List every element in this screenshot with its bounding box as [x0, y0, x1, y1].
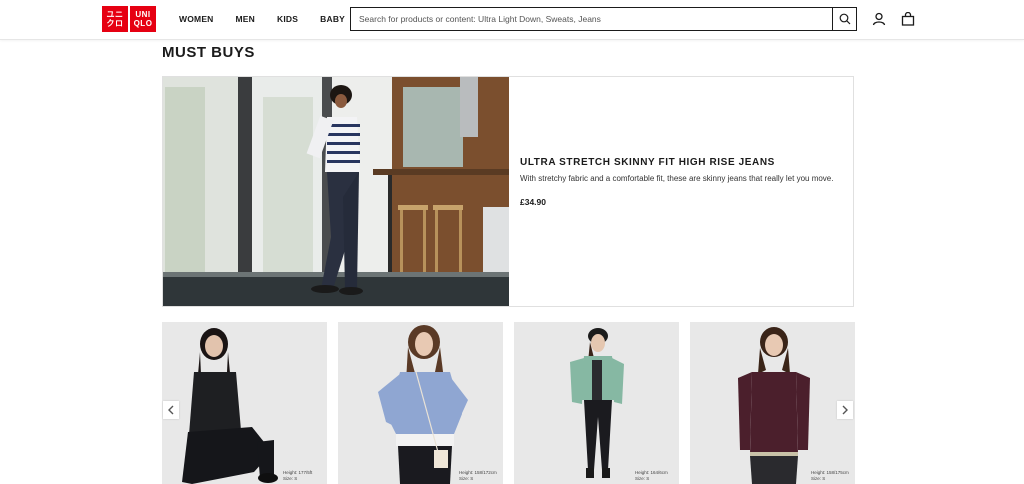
nav-baby[interactable]: BABY [320, 14, 345, 24]
search-button[interactable] [832, 8, 856, 30]
hero-product-name[interactable]: ULTRA STRETCH SKINNY FIT HIGH RISE JEANS [520, 157, 840, 168]
product-card[interactable]: Height: 164/6cm Size: S [514, 322, 679, 484]
product-image [162, 322, 327, 484]
logo-text: ユニ [106, 10, 124, 19]
search-input[interactable] [351, 8, 832, 30]
account-button[interactable] [871, 11, 887, 27]
hero-product[interactable]: ULTRA STRETCH SKINNY FIT HIGH RISE JEANS… [162, 76, 854, 307]
product-carousel: Height: 177/5ft Size: S Height: 158/172c… [162, 322, 855, 484]
section-title: MUST BUYS [162, 44, 255, 61]
model-info: Height: 158/172cm Size: S [459, 470, 497, 482]
product-image [690, 322, 855, 484]
logo-text: QLO [133, 19, 153, 28]
product-card[interactable]: Height: 158/172cm Size: S [338, 322, 503, 484]
model-size: Size: S [811, 476, 826, 481]
product-image [514, 322, 679, 484]
product-image [338, 322, 503, 484]
hero-product-description: With stretchy fabric and a comfortable f… [520, 174, 834, 183]
main-nav: WOMEN MEN KIDS BABY [179, 14, 367, 24]
hero-text: ULTRA STRETCH SKINNY FIT HIGH RISE JEANS… [520, 157, 840, 207]
logo-block-right: UNI QLO [130, 6, 156, 32]
model-info: Height: 177/5ft Size: S [283, 470, 321, 482]
nav-women[interactable]: WOMEN [179, 14, 214, 24]
nav-men[interactable]: MEN [236, 14, 256, 24]
logo-text: クロ [106, 19, 124, 28]
logo-block-left: ユニ クロ [102, 6, 128, 32]
model-info: Height: 164/6cm Size: S [635, 470, 673, 482]
model-size: Size: S [459, 476, 474, 481]
logo-text: UNI [135, 10, 151, 19]
carousel-next-button[interactable] [837, 401, 853, 419]
nav-kids[interactable]: KIDS [277, 14, 298, 24]
site-header: ユニ クロ UNI QLO WOMEN MEN KIDS BABY [0, 0, 1024, 40]
bag-icon [901, 12, 915, 26]
product-card[interactable]: Height: 158/175cm Size: S [690, 322, 855, 484]
hero-image [163, 77, 509, 306]
bag-button[interactable] [900, 11, 916, 27]
chevron-right-icon [842, 405, 848, 415]
model-size: Size: S [635, 476, 650, 481]
search-bar [350, 7, 857, 31]
carousel-prev-button[interactable] [163, 401, 179, 419]
account-icon [872, 12, 886, 26]
uniqlo-logo[interactable]: ユニ クロ UNI QLO [102, 6, 156, 32]
model-info: Height: 158/175cm Size: S [811, 470, 849, 482]
search-icon [839, 13, 850, 25]
chevron-left-icon [168, 405, 174, 415]
product-card[interactable]: Height: 177/5ft Size: S [162, 322, 327, 484]
hero-product-price: £34.90 [520, 197, 546, 207]
model-size: Size: S [283, 476, 298, 481]
